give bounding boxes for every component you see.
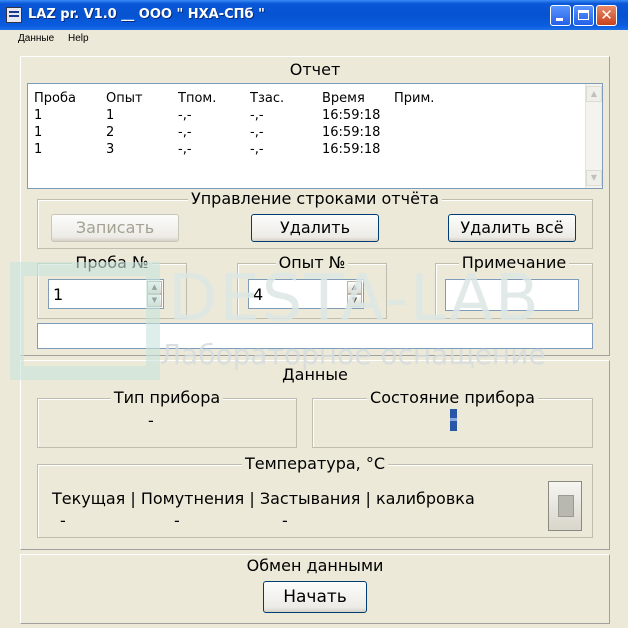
report-panel: Отчет Проба Опыт Tпом. Tзас. Время Прим.…: [20, 56, 610, 356]
delete-all-button[interactable]: Удалить всё: [448, 214, 576, 242]
sample-up-icon[interactable]: ▲: [147, 281, 162, 294]
table-row[interactable]: 1 1 -,- -,- 16:59:18: [28, 108, 602, 126]
window-title: LAZ pr. V1.0 __ ООО " НХА-СПб ": [28, 7, 265, 22]
menu-item-data[interactable]: Данные: [18, 33, 54, 44]
temperature-group: Температура, °C Текущая | Помутнения | З…: [37, 454, 593, 538]
menu-item-help[interactable]: Help: [68, 33, 89, 44]
pour-temp-value: -: [282, 511, 288, 530]
experiment-value: 4: [253, 285, 264, 304]
report-title: Отчет: [21, 60, 609, 79]
exchange-panel: Обмен данными Начать: [20, 554, 610, 624]
close-button[interactable]: ✕: [596, 5, 617, 26]
data-title: Данные: [21, 365, 609, 384]
temperature-header: Текущая | Помутнения | Застывания | кали…: [52, 489, 475, 508]
note-title: Примечание: [436, 253, 592, 272]
menu-bar: Данные Help: [0, 30, 628, 48]
experiment-group: Опыт № 4 ▲ ▼: [237, 253, 387, 319]
sample-group: Проба № 1 ▲ ▼: [37, 253, 187, 319]
app-window: LAZ pr. V1.0 __ ООО " НХА-СПб " ✕ Данные…: [0, 0, 628, 628]
note-input[interactable]: [445, 279, 579, 311]
sample-value: 1: [53, 285, 64, 304]
report-list[interactable]: Проба Опыт Tпом. Tзас. Время Прим. 1 1 -…: [27, 83, 603, 189]
temperature-title: Температура, °C: [38, 454, 592, 473]
sample-title: Проба №: [38, 253, 186, 272]
experiment-down-icon[interactable]: ▼: [347, 294, 362, 307]
calibration-button[interactable]: [548, 481, 582, 531]
row-control-title: Управление строками отчёта: [38, 189, 592, 208]
table-row[interactable]: 1 3 -,- -,- 16:59:18: [28, 142, 602, 160]
device-type-value: -: [148, 411, 154, 430]
device-state-title: Состояние прибора: [313, 388, 592, 407]
exchange-title: Обмен данными: [21, 556, 609, 575]
report-header-row: Проба Опыт Tпом. Tзас. Время Прим.: [34, 91, 435, 106]
sample-down-icon[interactable]: ▼: [147, 294, 162, 307]
device-state-indicator: [450, 409, 457, 431]
data-panel: Данные Тип прибора - Состояние прибора Т…: [20, 360, 610, 550]
device-state-group: Состояние прибора: [312, 388, 593, 448]
cloud-temp-value: -: [174, 511, 180, 530]
device-type-title: Тип прибора: [38, 388, 296, 407]
maximize-icon: [578, 10, 589, 20]
start-button[interactable]: Начать: [263, 581, 367, 613]
title-bar[interactable]: LAZ pr. V1.0 __ ООО " НХА-СПб " ✕: [0, 0, 628, 30]
delete-button[interactable]: Удалить: [251, 214, 379, 242]
minimize-button[interactable]: [550, 5, 571, 26]
experiment-up-icon[interactable]: ▲: [347, 281, 362, 294]
close-icon: ✕: [600, 6, 613, 24]
table-row[interactable]: 1 2 -,- -,- 16:59:18: [28, 125, 602, 143]
experiment-title: Опыт №: [238, 253, 386, 272]
current-temp-value: -: [60, 511, 66, 530]
note-group: Примечание: [435, 253, 593, 319]
scroll-up-icon[interactable]: ▲: [586, 86, 602, 102]
status-field: [37, 323, 593, 349]
row-control-group: Управление строками отчёта Записать Удал…: [37, 189, 593, 249]
scroll-down-icon[interactable]: ▼: [586, 170, 602, 186]
sample-stepper[interactable]: 1 ▲ ▼: [48, 279, 164, 309]
maximize-button[interactable]: [573, 5, 594, 26]
device-type-group: Тип прибора -: [37, 388, 297, 448]
app-icon[interactable]: [6, 7, 22, 23]
minimize-icon: [556, 18, 563, 21]
report-scrollbar[interactable]: ▲ ▼: [585, 84, 602, 188]
experiment-stepper[interactable]: 4 ▲ ▼: [248, 279, 364, 309]
write-button[interactable]: Записать: [51, 214, 179, 242]
